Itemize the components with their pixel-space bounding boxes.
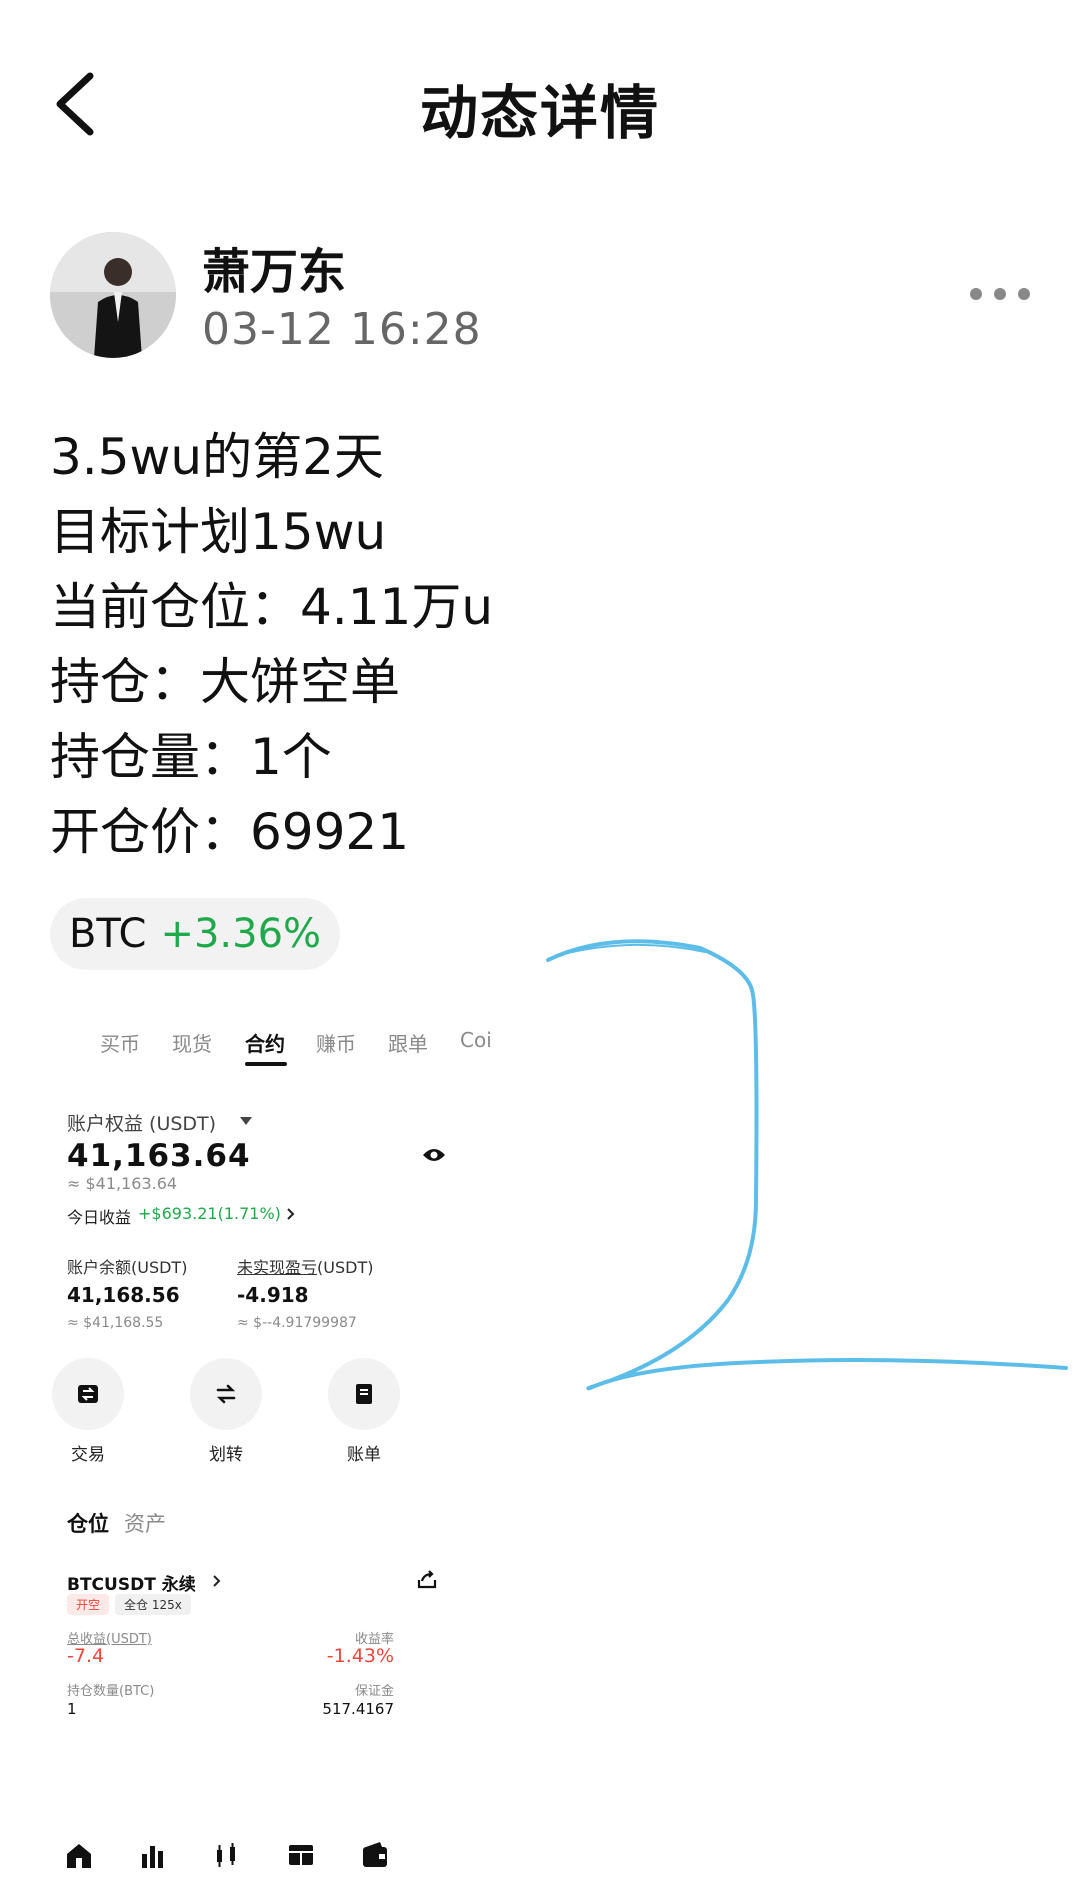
- chevron-right-icon[interactable]: [286, 1207, 295, 1221]
- more-dots-icon[interactable]: [968, 282, 1032, 306]
- avatar-person-icon: [50, 232, 176, 358]
- author-avatar[interactable]: [50, 232, 176, 358]
- post-line: 开仓价：69921: [50, 803, 410, 861]
- home-icon[interactable]: [64, 1840, 94, 1870]
- transfer-button[interactable]: [190, 1358, 262, 1430]
- tab-earn[interactable]: 赚币: [316, 1028, 356, 1057]
- tab-assets[interactable]: 资产: [124, 1508, 166, 1538]
- unrealized-pnl-label-unit: (USDT): [317, 1258, 374, 1277]
- post-timestamp: 03-12 16:28: [202, 304, 482, 355]
- bill-label: 账单: [347, 1445, 381, 1465]
- eye-icon[interactable]: [422, 1147, 446, 1163]
- equity-usd: ≈ $41,163.64: [67, 1174, 178, 1193]
- transfer-icon: [216, 1384, 236, 1404]
- trade-button[interactable]: [52, 1358, 124, 1430]
- ticker-change: +3.36%: [160, 911, 322, 957]
- chevron-right-icon[interactable]: [212, 1574, 221, 1588]
- unrealized-pnl-label-main: 未实现盈亏: [237, 1258, 318, 1277]
- caret-down-icon[interactable]: [240, 1117, 252, 1125]
- position-side-tag: 开空: [67, 1594, 110, 1615]
- trade-candles-icon[interactable]: [212, 1840, 242, 1870]
- author-name[interactable]: 萧万东: [202, 232, 346, 302]
- market-icon[interactable]: [138, 1840, 168, 1870]
- post-line: 3.5wu的第2天: [50, 428, 384, 486]
- exchange-tabs: 买币 现货 合约 赚币 跟单 Coi: [50, 1008, 490, 1068]
- position-symbol[interactable]: BTCUSDT 永续: [67, 1570, 196, 1595]
- position-qty-value: 1: [67, 1700, 77, 1718]
- active-tab-underline: [245, 1062, 287, 1066]
- balance-value: 41,168.56: [67, 1283, 180, 1307]
- unrealized-pnl-usd: ≈ $--4.91799987: [237, 1315, 357, 1331]
- ticker-chip[interactable]: BTC +3.36%: [50, 898, 340, 970]
- balance-label: 账户余额(USDT): [67, 1258, 188, 1277]
- margin-value: 517.4167: [322, 1700, 394, 1718]
- post-line: 目标计划15wu: [50, 503, 387, 561]
- trade-icon: [78, 1385, 98, 1403]
- attached-screenshot[interactable]: 买币 现货 合约 赚币 跟单 Coi 账户权益 (USDT) 41,163.64…: [50, 1008, 490, 1879]
- total-pnl-value: -7.4: [67, 1645, 105, 1667]
- equity-label: 账户权益 (USDT): [67, 1113, 217, 1135]
- wallet-icon[interactable]: [360, 1840, 390, 1870]
- post-line: 当前仓位：4.11万u: [50, 578, 494, 636]
- post-body: 3.5wu的第2天 目标计划15wu 当前仓位：4.11万u 持仓：大饼空单 持…: [50, 420, 493, 870]
- tab-futures[interactable]: 合约: [245, 1028, 285, 1057]
- tab-positions[interactable]: 仓位: [67, 1508, 109, 1538]
- trade-label: 交易: [71, 1445, 105, 1465]
- tab-spot[interactable]: 现货: [172, 1028, 212, 1057]
- ticker-symbol: BTC: [68, 911, 147, 957]
- transfer-label: 划转: [209, 1445, 243, 1465]
- position-margin-tag: 全仓 125x: [115, 1594, 191, 1615]
- page-title: 动态详情: [419, 79, 660, 147]
- unrealized-pnl-value: -4.918: [237, 1283, 309, 1307]
- tab-coin[interactable]: Coi: [460, 1028, 490, 1052]
- grid-icon[interactable]: [286, 1840, 316, 1870]
- share-icon[interactable]: [416, 1568, 438, 1590]
- unrealized-pnl-label[interactable]: 未实现盈亏(USDT): [237, 1254, 373, 1278]
- post-line: 持仓量：1个: [50, 728, 332, 786]
- today-pnl-label: 今日收益: [67, 1208, 132, 1227]
- roi-value: -1.43%: [326, 1645, 394, 1667]
- bill-icon: [356, 1384, 372, 1404]
- tab-copy-trade[interactable]: 跟单: [388, 1028, 428, 1057]
- today-pnl-value: +$693.21(1.71%): [138, 1204, 281, 1223]
- margin-label: 保证金: [354, 1684, 394, 1699]
- position-qty-label: 持仓数量(BTC): [67, 1684, 155, 1699]
- post-line: 持仓：大饼空单: [50, 653, 400, 711]
- bill-button[interactable]: [328, 1358, 400, 1430]
- tab-buy-coin[interactable]: 买币: [100, 1028, 140, 1057]
- balance-usd: ≈ $41,168.55: [67, 1315, 164, 1331]
- equity-value: 41,163.64: [67, 1138, 251, 1174]
